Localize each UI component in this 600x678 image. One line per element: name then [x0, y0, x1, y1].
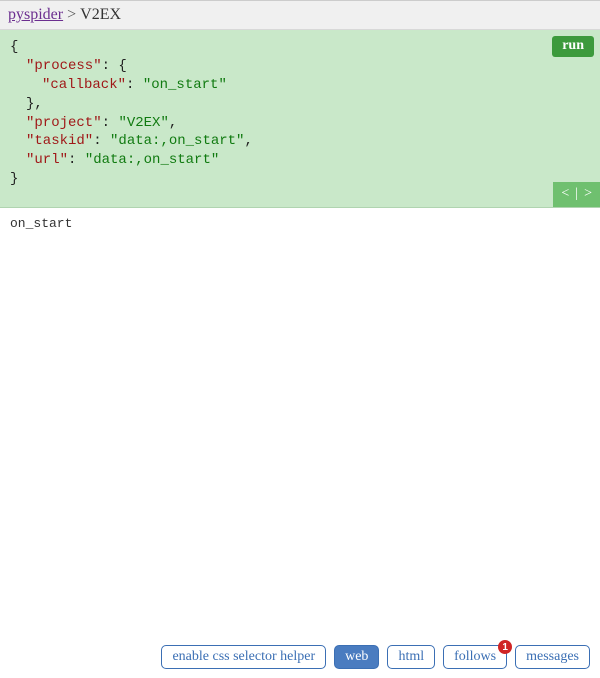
json-val-taskid: "data:,on_start" [110, 133, 244, 149]
prev-task-button[interactable]: < [561, 185, 569, 204]
breadcrumb-root-link[interactable]: pyspider [8, 6, 63, 24]
follows-badge: 1 [498, 640, 512, 654]
json-key-url: "url" [26, 152, 68, 168]
breadcrumb-project: V2EX [80, 6, 121, 24]
json-val-callback: "on_start" [143, 77, 227, 93]
tab-follows[interactable]: follows 1 [443, 645, 507, 669]
json-key-process: "process" [26, 58, 102, 74]
run-button[interactable]: run [552, 36, 594, 57]
result-text: on_start [10, 216, 72, 231]
task-json-panel: run { "process": { "callback": "on_start… [0, 30, 600, 208]
nav-divider: | [575, 185, 578, 204]
tab-html[interactable]: html [387, 645, 435, 669]
next-task-button[interactable]: > [584, 185, 592, 204]
json-brace-open: { [10, 39, 18, 55]
bottom-tabs: enable css selector helper web html foll… [0, 636, 600, 678]
result-area: on_start [0, 208, 600, 638]
json-key-project: "project" [26, 115, 102, 131]
tab-follows-label: follows [454, 649, 496, 665]
tab-web[interactable]: web [334, 645, 379, 669]
enable-css-selector-button[interactable]: enable css selector helper [161, 645, 326, 669]
tab-messages[interactable]: messages [515, 645, 590, 669]
breadcrumb-separator: > [67, 6, 76, 24]
breadcrumb: pyspider > V2EX [0, 0, 600, 30]
json-val-project: "V2EX" [118, 115, 168, 131]
json-brace-close: } [10, 171, 18, 187]
json-key-taskid: "taskid" [26, 133, 93, 149]
task-nav: < | > [553, 182, 600, 207]
json-key-callback: "callback" [42, 77, 126, 93]
json-val-url: "data:,on_start" [85, 152, 219, 168]
